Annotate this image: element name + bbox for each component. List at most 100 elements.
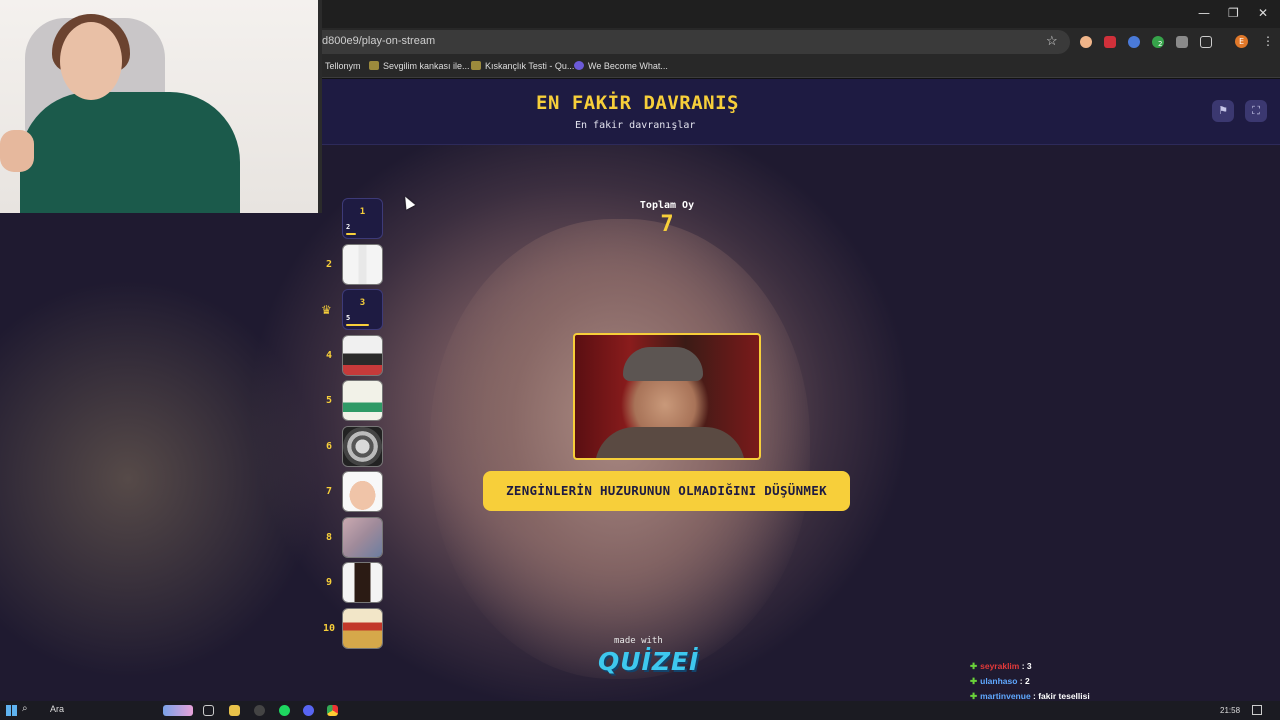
background-shade [0,279,320,679]
taskbar-clock: 21:58 [1220,706,1241,715]
obs-icon[interactable] [254,705,265,716]
made-with-label: made with [614,636,663,646]
rank-number: 5 [325,395,333,406]
rank-number: 10 [322,622,336,634]
address-bar[interactable]: d800e9/play-on-stream ☆ [300,30,1070,54]
url-text: d800e9/play-on-stream [322,35,436,47]
quiz-header [322,79,1280,145]
total-votes-value: 7 [660,212,674,237]
rank-card-votes: 2 [346,223,351,231]
bookmark-favicon-icon [471,61,481,70]
profile-avatar[interactable]: E [1235,35,1248,48]
chat-message: ✚ ulanhaso : 2 [970,676,1270,687]
rank-number: 8 [325,531,333,543]
taskbar: ⌕ Ara 21:58 [0,701,1280,720]
rank-card-number: 1 [359,207,366,217]
rank-number: 9 [325,577,333,588]
bookmark-item[interactable]: We Become What... [574,61,668,71]
chat-username: ulanhaso [980,676,1018,686]
accept-button-icon [343,381,382,420]
face-photo-icon [343,472,382,511]
bookmark-item[interactable]: Tellonym [325,61,361,71]
rank-card[interactable]: 35 [342,289,383,330]
badge-icon: ✚ [970,676,978,686]
spotify-icon[interactable] [279,705,290,716]
chat-text: : 2 [1017,676,1030,686]
money-stack-icon [343,608,382,648]
widget-icon[interactable] [163,705,193,716]
coil-icon [343,426,382,466]
chat-message: ✚ seyraklim : 3 [970,661,1270,672]
close-button[interactable]: ✕ [1258,6,1268,20]
crown-icon: ♛ [321,303,332,317]
rank-number: 6 [325,440,333,452]
rank-card[interactable]: 12 [342,198,383,239]
webcam-edge [318,0,322,213]
chat-text: : fakir tesellisi [1030,691,1090,701]
badge-icon: ✚ [970,661,978,671]
taskbar-search[interactable]: Ara [50,704,64,714]
answer-image-coat [595,427,745,458]
rank-card[interactable] [342,380,383,421]
chat-username: martinvenue [980,691,1031,701]
puzzle-icon[interactable] [1200,36,1212,48]
chat-message: ✚ martinvenue : fakir tesellisi [970,691,1270,701]
extension-icon[interactable] [1104,36,1116,48]
restore-button[interactable]: ❐ [1228,6,1239,20]
man-photo-icon [343,335,382,375]
search-icon: ⌕ [22,703,28,714]
webcam-person-body [20,92,240,213]
rank-card[interactable] [342,334,383,376]
rank-number: 7 [325,486,333,497]
cartoon-figures-icon [343,244,382,284]
extension-badge: 2 [1158,40,1163,48]
total-votes-label: Toplam Oy [639,200,695,211]
hand-photo-icon [343,517,382,557]
badge-icon: ✚ [970,691,978,701]
vote-progress-bar [346,324,369,326]
notification-icon[interactable] [1252,705,1262,715]
rank-card[interactable] [342,471,383,512]
bookmark-favicon-icon [574,61,584,70]
rank-card[interactable] [342,425,383,467]
extension-icon[interactable]: 2 [1152,36,1164,48]
fullscreen-icon[interactable]: ⛶ [1245,100,1267,122]
rank-number: 4 [325,349,333,361]
rank-number: 2 [325,258,333,270]
folder-icon[interactable] [229,705,240,716]
menu-icon[interactable]: ⋮ [1262,34,1274,48]
flag-icon[interactable]: ⚑ [1212,100,1234,122]
rank-card[interactable] [342,562,383,603]
rank-card[interactable] [342,243,383,285]
rank-card[interactable] [342,607,383,649]
rank-card-votes: 5 [346,314,351,322]
task-view-icon[interactable] [203,705,214,716]
vote-progress-bar [346,233,356,235]
bookmark-star-icon[interactable]: ☆ [1046,33,1058,49]
chat-username: seyraklim [980,661,1020,671]
shield-icon[interactable] [1176,36,1188,48]
chat-text: : 3 [1019,661,1032,671]
chrome-icon[interactable] [327,705,338,716]
quiz-subtitle: En fakir davranışlar [575,120,696,131]
extension-icon[interactable] [1128,36,1140,48]
webcam-person-hand [0,130,34,172]
rank-card[interactable] [342,516,383,558]
answer-image-hair [623,347,703,381]
quiz-title: EN FAKİR DAVRANIŞ [536,92,739,114]
webcam-overlay [0,0,322,213]
answer-button[interactable]: ZENGİNLERİN HUZURUNUN OLMADIĞINI DÜŞÜNME… [483,471,850,511]
bookmark-favicon-icon [369,61,379,70]
windows-start-icon[interactable] [6,705,17,716]
screen: — ❐ ✕ d800e9/play-on-stream ☆ 2 E ⋮ Tell… [0,0,1280,720]
rank-card-number: 3 [359,298,366,308]
bookmark-item[interactable]: Kıskançlık Testi - Qu... [471,61,574,71]
webcam-person-face [60,22,122,100]
phone-icon [343,563,382,602]
minimize-button[interactable]: — [1198,6,1210,20]
answer-image [573,333,761,460]
quizei-logo[interactable]: QUİZEİ [598,647,699,676]
discord-icon[interactable] [303,705,314,716]
extension-icon[interactable] [1080,36,1092,48]
bookmark-item[interactable]: Sevgilim kankası ile... [369,61,470,71]
